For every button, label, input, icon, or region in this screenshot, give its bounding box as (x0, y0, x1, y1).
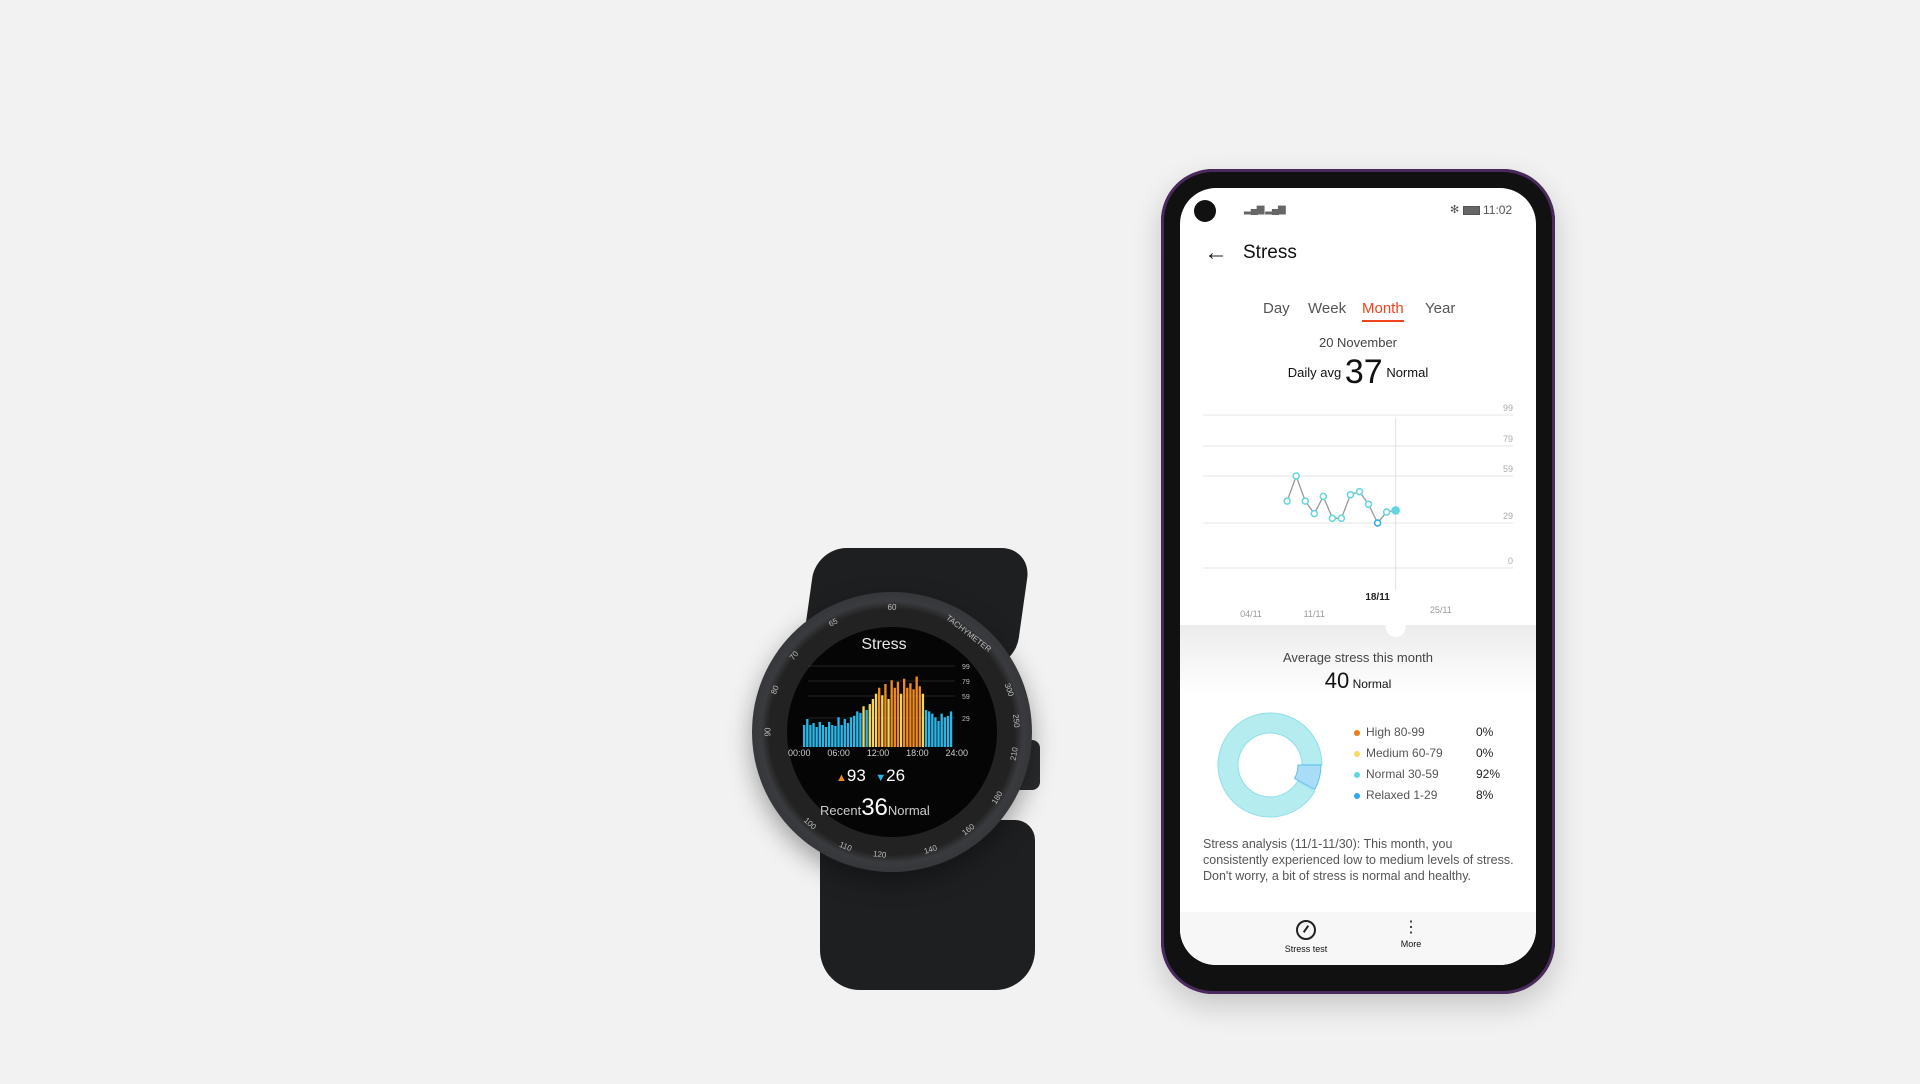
legend-label: Medium 60-79 (1366, 746, 1443, 760)
legend-item-medium: Medium 60-79 0% (1354, 746, 1504, 767)
status-time: 11:02 (1483, 203, 1513, 217)
legend-dot (1354, 750, 1360, 757)
tab-month[interactable]: Month (1362, 300, 1404, 322)
legend-dot (1354, 771, 1360, 778)
daily-avg-status: Normal (1386, 365, 1429, 380)
legend-label: Relaxed 1-29 (1366, 788, 1438, 802)
front-camera (1194, 200, 1216, 222)
legend-item-high: High 80-99 0% (1354, 725, 1504, 746)
legend-item-normal: Normal 30-59 92% (1354, 767, 1504, 788)
tab-year[interactable]: Year (1425, 300, 1455, 317)
gauge-icon (1296, 920, 1316, 940)
watch-recent-status: Normal (887, 803, 930, 818)
watch-time-label: 12:00 (866, 748, 890, 758)
daily-average: Daily avg 37 Normal (1180, 353, 1536, 392)
watch-time-label: 00:00 (788, 748, 811, 758)
bezel-label: 210 (1008, 746, 1020, 761)
legend-item-relaxed: Relaxed 1-29 8% (1354, 788, 1504, 809)
watch-time-label: 24:00 (945, 748, 968, 758)
month-avg-value: 40 (1324, 668, 1350, 693)
phone-screen: ▂▄▆ ▂▄▆ ✻ 11:02 ← Stress Day Week Month … (1180, 188, 1536, 965)
month-avg-label: Average stress this month (1282, 650, 1434, 665)
bezel-label: 250 (1011, 714, 1022, 729)
signal-icon: ▂▄▆ ▂▄▆ (1244, 204, 1286, 215)
legend-label: Normal 30-59 (1366, 767, 1439, 781)
watch-max-value: 93 (846, 766, 866, 785)
down-triangle-icon: ▼ (875, 772, 887, 784)
legend-pct: 8% (1476, 788, 1494, 802)
more-button[interactable]: ⋮ More (1381, 918, 1441, 949)
legend-dot (1354, 729, 1360, 736)
legend-pct: 92% (1476, 767, 1501, 781)
watch-recent-value: 36 (861, 794, 888, 821)
daily-avg-value: 37 (1344, 353, 1383, 391)
watch-recent-label: Recent (820, 803, 862, 818)
legend-label: High 80-99 (1366, 725, 1425, 739)
tab-week[interactable]: Week (1308, 300, 1346, 317)
more-vertical-icon: ⋮ (1403, 919, 1419, 936)
month-avg-status: Normal (1352, 677, 1392, 691)
watch-time-label: 18:00 (906, 748, 929, 758)
watch-time-labels: 00:00 06:00 12:00 18:00 24:00 (788, 748, 968, 758)
back-arrow-icon[interactable]: ← (1204, 239, 1228, 267)
legend-dot (1354, 792, 1360, 799)
battery-icon (1463, 206, 1480, 215)
bottom-action-bar: Stress test ⋮ More (1180, 912, 1536, 965)
tab-day[interactable]: Day (1263, 300, 1290, 317)
legend-pct: 0% (1476, 746, 1494, 760)
month-average: 40 Normal (1180, 668, 1536, 694)
stress-test-label: Stress test (1284, 944, 1328, 954)
watch-max-min: ▲93 ▼26 (836, 766, 905, 786)
watch-recent: Recent36Normal (820, 794, 930, 822)
daily-avg-label: Daily avg (1287, 365, 1342, 380)
page-title: Stress (1243, 242, 1297, 263)
up-triangle-icon: ▲ (836, 772, 847, 784)
bezel-label: 60 (887, 603, 897, 612)
watch-title: Stress (861, 636, 907, 653)
more-label: More (1400, 939, 1422, 949)
stress-legend: High 80-99 0% Medium 60-79 0% Normal 30-59… (1354, 725, 1504, 809)
bluetooth-icon: ✻ (1450, 204, 1460, 216)
legend-pct: 0% (1476, 725, 1494, 739)
watch-min-value: 26 (886, 766, 906, 785)
bezel-label: 90 (762, 727, 772, 737)
watch-time-label: 06:00 (827, 748, 850, 758)
stress-test-button[interactable]: Stress test (1276, 920, 1336, 954)
selected-date: 20 November (1318, 335, 1398, 350)
stress-analysis-text: Stress analysis (11/1-11/30): This month… (1203, 837, 1514, 883)
